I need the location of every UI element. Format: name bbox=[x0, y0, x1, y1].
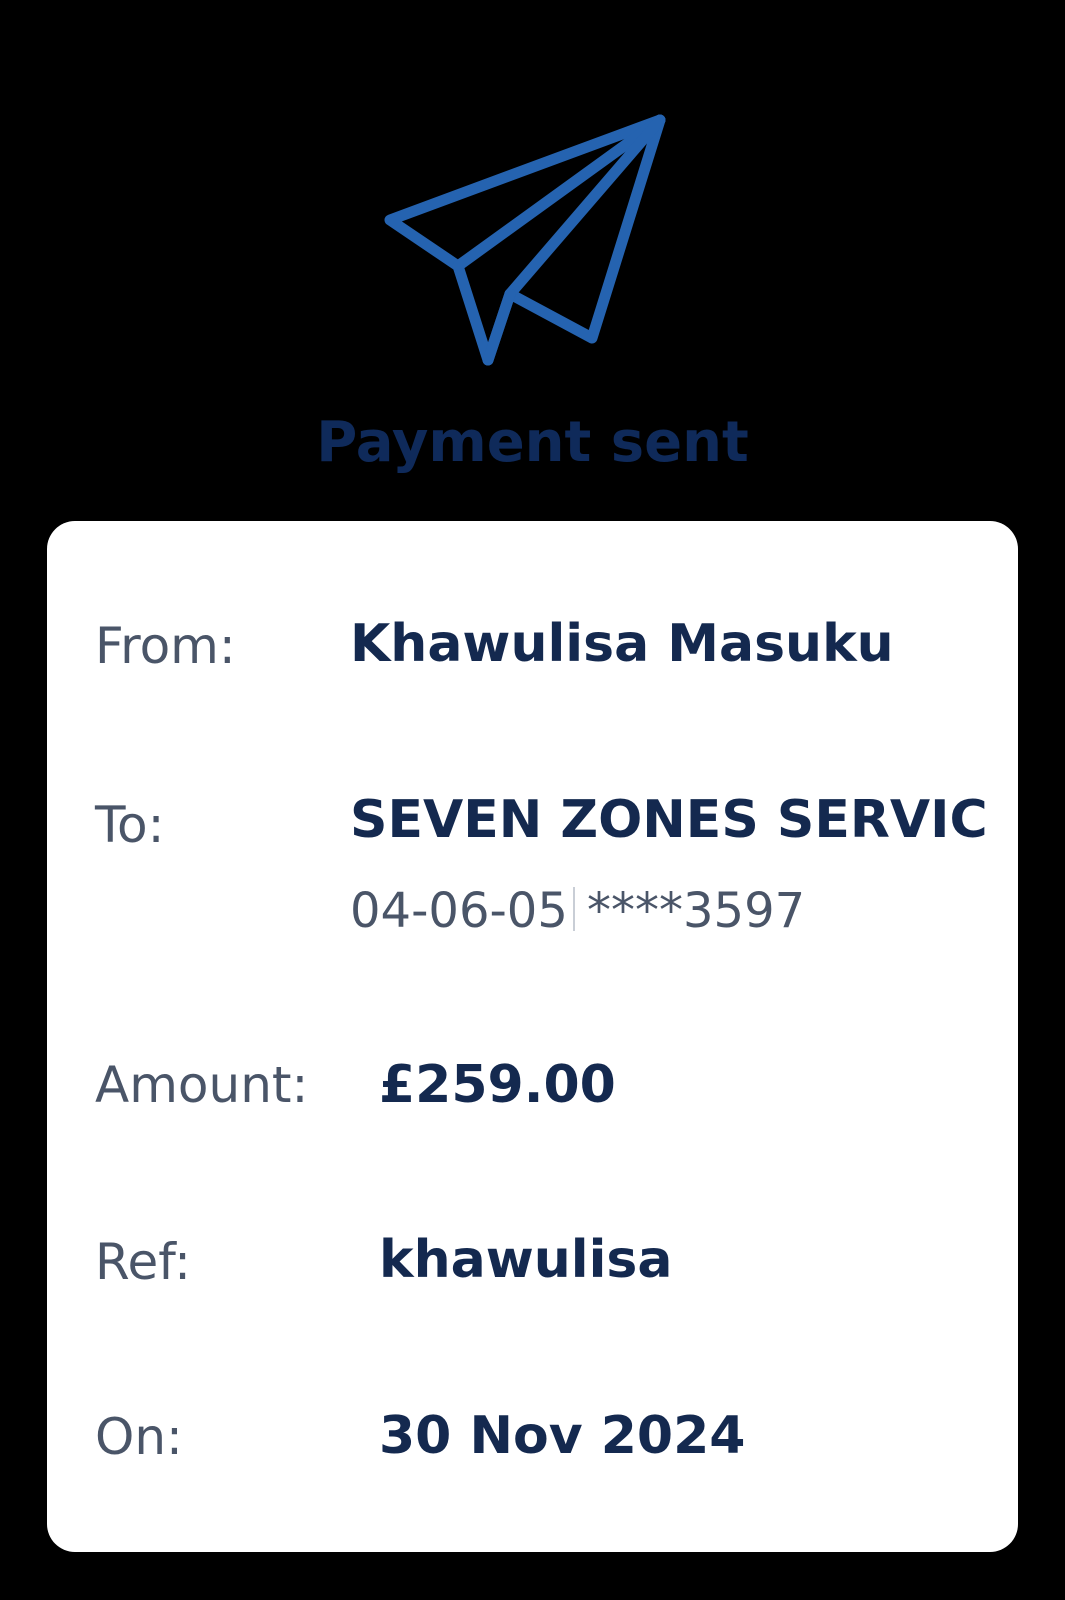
to-label: To: bbox=[95, 796, 165, 854]
ref-value: khawulisa bbox=[379, 1230, 673, 1290]
from-value: Khawulisa Masuku bbox=[350, 614, 894, 674]
from-label: From: bbox=[95, 617, 236, 675]
sort-code: 04-06-05 bbox=[350, 883, 568, 939]
status-title: Payment sent bbox=[316, 410, 749, 475]
to-value: SEVEN ZONES SERVIC bbox=[350, 790, 988, 850]
sort-code-divider bbox=[573, 887, 575, 931]
amount-value: £259.00 bbox=[379, 1055, 616, 1115]
payment-details-card: From: Khawulisa Masuku To: SEVEN ZONES S… bbox=[47, 521, 1018, 1552]
amount-label: Amount: bbox=[95, 1056, 309, 1114]
paper-plane-icon bbox=[370, 108, 690, 378]
on-value: 30 Nov 2024 bbox=[379, 1406, 746, 1466]
account-number: ****3597 bbox=[587, 883, 806, 939]
on-label: On: bbox=[95, 1408, 183, 1466]
ref-label: Ref: bbox=[95, 1233, 191, 1291]
